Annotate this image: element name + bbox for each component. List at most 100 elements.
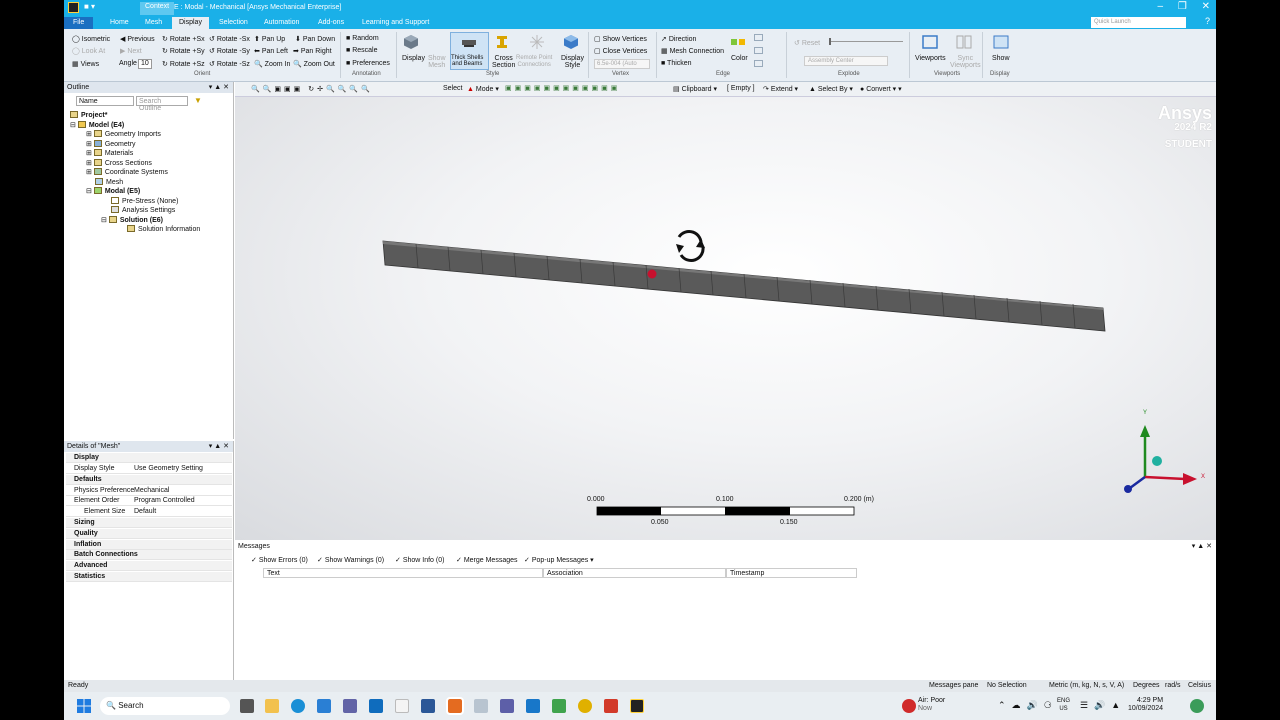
selection-filter-tools[interactable]: ▣▣▣▣▣▣▣▣▣▣▣▣ bbox=[505, 84, 620, 92]
file-explorer-icon[interactable] bbox=[265, 699, 279, 713]
clipboard-button[interactable]: ▤ Clipboard ▾ bbox=[673, 85, 717, 93]
status-messages-pane[interactable]: Messages pane bbox=[929, 682, 978, 689]
details-section-batch-connections[interactable]: Batch Connections bbox=[66, 550, 232, 560]
outlook-icon[interactable] bbox=[369, 699, 383, 713]
close-button[interactable]: ✕ bbox=[1202, 1, 1210, 12]
tree-item-modal[interactable]: ⊟ Modal (E5) bbox=[86, 187, 140, 195]
popup-messages-checkbox[interactable]: ✓ Pop-up Messages ▾ bbox=[524, 556, 594, 564]
rescale-button[interactable]: ■ Rescale bbox=[346, 47, 377, 54]
vertex-tolerance-input[interactable]: 6.5e-004 (Auto bbox=[594, 59, 650, 69]
thick-shells-button[interactable]: Thick Shells and Beams bbox=[451, 55, 483, 67]
display-style-button[interactable]: Display Style bbox=[561, 55, 584, 69]
app-icon-green[interactable] bbox=[552, 699, 566, 713]
rotate-plus-sy-button[interactable]: ↻ Rotate +Sy bbox=[162, 47, 205, 55]
tab-mesh[interactable]: Mesh bbox=[145, 17, 162, 29]
details-section-inflation[interactable]: Inflation bbox=[66, 540, 232, 550]
details-section-quality[interactable]: Quality bbox=[66, 529, 232, 539]
merge-messages-checkbox[interactable]: ✓ Merge Messages bbox=[456, 556, 518, 564]
outline-filter-select[interactable]: Name bbox=[76, 96, 134, 106]
tree-item-materials[interactable]: ⊞ Materials bbox=[86, 149, 133, 157]
details-section-defaults[interactable]: Defaults bbox=[66, 475, 232, 485]
extend-button[interactable]: ↷ Extend ▾ bbox=[763, 85, 798, 93]
explode-slider-thumb[interactable] bbox=[829, 38, 831, 45]
show-vertices-checkbox[interactable]: ▢ Show Vertices bbox=[594, 35, 647, 43]
sync-viewports-icon[interactable] bbox=[956, 34, 972, 50]
viewports-button[interactable]: Viewports bbox=[915, 55, 946, 62]
security-icon[interactable] bbox=[526, 699, 540, 713]
task-view-icon[interactable] bbox=[240, 699, 254, 713]
rotate-minus-sz-button[interactable]: ↺ Rotate -Sz bbox=[209, 60, 250, 68]
tab-home[interactable]: Home bbox=[110, 17, 129, 29]
select-button[interactable]: Select bbox=[443, 85, 462, 92]
angle-input[interactable]: 10 bbox=[138, 59, 152, 69]
chrome-icon[interactable] bbox=[578, 699, 592, 713]
show-errors-checkbox[interactable]: ✓ Show Errors (0) bbox=[251, 556, 308, 564]
tree-item-analysis-settings[interactable]: Analysis Settings bbox=[111, 206, 175, 214]
thicken-button[interactable]: ■ Thicken bbox=[661, 60, 692, 67]
network-volume-icons[interactable]: ☰🔊▲ bbox=[1080, 700, 1126, 711]
column-text[interactable]: Text bbox=[263, 568, 543, 578]
tab-learning-support[interactable]: Learning and Support bbox=[362, 17, 429, 29]
column-timestamp[interactable]: Timestamp bbox=[726, 568, 857, 578]
details-row-display-style[interactable]: Display Style Use Geometry Setting bbox=[66, 464, 232, 474]
graphics-viewport[interactable]: Ansys 2024 R2 STUDENT 0.000 0.100 0.200 … bbox=[235, 97, 1216, 540]
weather-widget[interactable]: Air: Poor Now bbox=[918, 697, 945, 713]
display-cube-icon[interactable] bbox=[403, 34, 419, 50]
taskbar-search[interactable]: 🔍 Search bbox=[100, 697, 230, 715]
details-row-element-size[interactable]: Element Size Default bbox=[66, 507, 232, 517]
quick-access-toolbar[interactable]: ■ ▾ bbox=[84, 2, 95, 11]
tab-add-ons[interactable]: Add-ons bbox=[318, 17, 344, 29]
model-view[interactable] bbox=[235, 97, 1216, 540]
tree-item-mesh[interactable]: Mesh bbox=[95, 178, 123, 186]
details-section-sizing[interactable]: Sizing bbox=[66, 518, 232, 528]
quick-launch-input[interactable]: Quick Launch bbox=[1091, 17, 1186, 28]
pane-controls[interactable]: ▾ ▲ ✕ bbox=[209, 442, 229, 450]
windows-start-icon[interactable] bbox=[77, 699, 91, 713]
show-icon[interactable] bbox=[993, 34, 1009, 50]
details-section-advanced[interactable]: Advanced bbox=[66, 561, 232, 571]
empty-clipboard-button[interactable]: [ Empty ] bbox=[727, 85, 755, 92]
close-vertices-checkbox[interactable]: ▢ Close Vertices bbox=[594, 47, 647, 55]
word-icon[interactable] bbox=[421, 699, 435, 713]
workbench-icon[interactable] bbox=[474, 699, 488, 713]
remote-point-button[interactable]: Remote Point Connections bbox=[516, 55, 552, 69]
direction-button[interactable]: ➚ Direction bbox=[661, 35, 696, 43]
status-rads[interactable]: rad/s bbox=[1165, 682, 1181, 689]
convert-button[interactable]: ● Convert ▾ ▾ bbox=[860, 85, 902, 93]
show-button[interactable]: Show bbox=[992, 55, 1010, 62]
tab-file[interactable]: File bbox=[64, 17, 94, 29]
details-row-physics-preference[interactable]: Physics Preference Mechanical bbox=[66, 486, 232, 496]
tab-selection[interactable]: Selection bbox=[219, 17, 248, 29]
tree-item-solution[interactable]: ⊟ Solution (E6) bbox=[101, 216, 163, 224]
store-icon[interactable] bbox=[317, 699, 331, 713]
show-mesh-button[interactable]: Show Mesh bbox=[428, 55, 446, 69]
display-button[interactable]: Display bbox=[402, 55, 425, 62]
filter-icon[interactable]: ▼ bbox=[194, 96, 202, 105]
tree-item-pre-stress[interactable]: Pre-Stress (None) bbox=[111, 197, 178, 205]
ansys-mechanical-task-icon[interactable] bbox=[630, 699, 644, 713]
mesh-connection-button[interactable]: ▦ Mesh Connection bbox=[661, 47, 724, 55]
look-at-button[interactable]: ◯ Look At bbox=[72, 47, 105, 55]
rotate-minus-sy-button[interactable]: ↺ Rotate -Sy bbox=[209, 47, 250, 55]
rotate-plus-sx-button[interactable]: ↻ Rotate +Sx bbox=[162, 35, 205, 43]
help-icon[interactable]: ? bbox=[1205, 16, 1210, 26]
clock[interactable]: 4:29 PM 10/09/2024 bbox=[1128, 697, 1163, 713]
cross-section-icon[interactable] bbox=[494, 34, 510, 50]
minimize-button[interactable]: – bbox=[1158, 1, 1164, 12]
viewports-icon[interactable] bbox=[922, 34, 938, 50]
rotate-plus-sz-button[interactable]: ↻ Rotate +Sz bbox=[162, 60, 205, 68]
show-info-checkbox[interactable]: ✓ Show Info (0) bbox=[395, 556, 444, 564]
outline-search-input[interactable]: Search Outline bbox=[136, 96, 188, 112]
tree-item-model[interactable]: ⊟ Model (E4) bbox=[70, 121, 124, 129]
explode-reset-button[interactable]: ↺ Reset bbox=[794, 39, 820, 47]
edge-icon[interactable] bbox=[291, 699, 305, 713]
tab-automation[interactable]: Automation bbox=[264, 17, 299, 29]
views-button[interactable]: ▦ Views bbox=[72, 60, 99, 68]
mode-button[interactable]: ▲ Mode ▾ bbox=[467, 85, 499, 93]
pan-right-button[interactable]: ➡ Pan Right bbox=[293, 47, 332, 55]
pan-down-button[interactable]: ⬇ Pan Down bbox=[295, 35, 335, 43]
pan-left-button[interactable]: ⬅ Pan Left bbox=[254, 47, 288, 55]
thick-shells-icon[interactable] bbox=[461, 35, 477, 51]
tree-item-geometry[interactable]: ⊞ Geometry bbox=[86, 140, 136, 148]
show-warnings-checkbox[interactable]: ✓ Show Warnings (0) bbox=[317, 556, 384, 564]
